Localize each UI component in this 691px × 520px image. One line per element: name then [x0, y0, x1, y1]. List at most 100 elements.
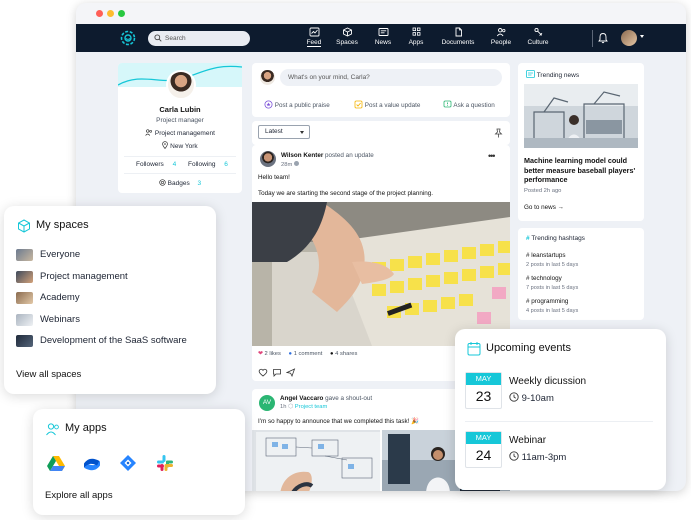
- post-praise-button[interactable]: Post a public praise: [264, 100, 330, 109]
- ask-question-button[interactable]: Ask a question: [443, 100, 495, 109]
- space-name: Webinars: [40, 314, 80, 325]
- space-name: Academy: [40, 292, 80, 303]
- hashtag-meta: 7 posts in last 5 days: [526, 285, 579, 291]
- event-date-badge: MAY 24: [465, 431, 502, 468]
- slack-icon[interactable]: [156, 454, 174, 472]
- documents-icon: [455, 27, 462, 37]
- nav-spaces[interactable]: Spaces: [328, 27, 366, 46]
- comment-bubble-icon[interactable]: [272, 368, 282, 377]
- space-thumbnail: [16, 335, 33, 347]
- nav-apps[interactable]: Apps: [397, 27, 435, 46]
- pin-icon[interactable]: [494, 128, 503, 138]
- comments-count[interactable]: 1 comment: [294, 351, 323, 357]
- post-author-avatar[interactable]: [260, 151, 276, 167]
- space-item-project-management[interactable]: Project management: [16, 271, 206, 285]
- hashtag-icon: #: [526, 298, 530, 305]
- space-thumbnail: [16, 314, 33, 326]
- spaces-icon: ⬡: [288, 404, 294, 410]
- event-time: 11am-3pm: [509, 451, 566, 463]
- app-logo-icon[interactable]: [119, 29, 137, 47]
- event-day: 24: [475, 447, 492, 463]
- share-arrow-icon[interactable]: [286, 368, 296, 377]
- space-item-webinars[interactable]: Webinars: [16, 314, 206, 328]
- explore-all-apps-link[interactable]: Explore all apps: [45, 490, 113, 501]
- event-time: 9-10am: [509, 392, 554, 404]
- space-thumbnail: [16, 271, 33, 283]
- badges-count: 3: [197, 180, 202, 187]
- minimize-window-dot[interactable]: [107, 10, 114, 17]
- space-item-academy[interactable]: Academy: [16, 292, 206, 306]
- calendar-icon: [467, 342, 481, 356]
- following-link[interactable]: Following 6: [188, 161, 228, 168]
- likes-count[interactable]: 2 likes: [264, 351, 280, 357]
- trending-news-card: Trending news Machine learning model cou…: [518, 63, 644, 221]
- profile-avatar[interactable]: [166, 70, 196, 100]
- space-item-everyone[interactable]: Everyone: [16, 249, 206, 263]
- close-window-dot[interactable]: [96, 10, 103, 17]
- post-image-whiteboard[interactable]: [252, 430, 380, 491]
- more-options-icon[interactable]: •••: [488, 151, 496, 161]
- search-input[interactable]: Search: [148, 31, 250, 46]
- post-author-name[interactable]: Angel Vaccaro: [280, 395, 323, 402]
- google-drive-icon[interactable]: [47, 455, 65, 471]
- composer-input[interactable]: What's on your mind, Carla?: [280, 69, 502, 86]
- profile-card: Carla Lubin Project manager Project mana…: [117, 63, 243, 193]
- chevron-down-icon[interactable]: [640, 35, 644, 38]
- bell-icon[interactable]: [598, 32, 608, 44]
- location-pin-icon: [162, 141, 169, 150]
- nav-news-label: News: [374, 39, 392, 46]
- hashtag-item[interactable]: # technology: [526, 275, 562, 282]
- event-time-label: 11am-3pm: [521, 452, 567, 463]
- jira-icon[interactable]: [119, 454, 137, 472]
- post-text-line: I'm so happy to announce that we complet…: [258, 418, 419, 425]
- post-value-button[interactable]: Post a value update: [354, 100, 420, 109]
- badges-link[interactable]: Badges 3: [118, 179, 242, 187]
- following-count: 6: [224, 161, 228, 168]
- event-name[interactable]: Weekly dicussion: [509, 376, 586, 387]
- hashtag-item[interactable]: # programming: [526, 298, 568, 305]
- profile-divider: [124, 173, 236, 174]
- nav-culture-label: Culture: [527, 39, 549, 46]
- maximize-window-dot[interactable]: [118, 10, 125, 17]
- confluence-icon[interactable]: [83, 454, 101, 472]
- post-author-avatar[interactable]: AV: [259, 395, 275, 411]
- nav-culture[interactable]: Culture: [519, 27, 557, 46]
- like-heart-icon[interactable]: [258, 368, 268, 377]
- space-name: Project management: [40, 271, 128, 282]
- post-action: posted an update: [325, 152, 374, 159]
- news-image-lab[interactable]: [524, 84, 638, 148]
- post-author-name[interactable]: Wilson Kenter: [281, 152, 323, 159]
- hashtag-name: leanstartups: [531, 252, 566, 259]
- news-headline[interactable]: Machine learning model could better meas…: [524, 156, 640, 185]
- spaces-cube-icon: [18, 219, 30, 233]
- view-all-spaces-link[interactable]: View all spaces: [16, 369, 81, 380]
- hashtag-item[interactable]: # leanstartups: [526, 252, 566, 259]
- nav-people[interactable]: People: [482, 27, 520, 46]
- sort-select[interactable]: Latest: [258, 125, 310, 139]
- post-image-sticky-notes[interactable]: [252, 202, 510, 346]
- clock-icon: [509, 392, 519, 402]
- user-avatar[interactable]: [621, 30, 637, 46]
- post-header: Wilson Kenter posted an update: [281, 152, 374, 159]
- comment-icon: ●: [288, 351, 293, 357]
- post-meta: 28m: [281, 161, 299, 168]
- hashtag-name: programming: [531, 298, 569, 305]
- nav-documents[interactable]: Documents: [436, 27, 480, 46]
- hashtag-meta: 4 posts in last 5 days: [526, 308, 579, 314]
- event-month: MAY: [466, 373, 501, 385]
- event-day: 23: [475, 388, 492, 404]
- go-to-news-link[interactable]: Go to news →: [524, 204, 564, 211]
- profile-department: Project management: [118, 129, 242, 137]
- post-space-link[interactable]: Project team: [295, 404, 328, 410]
- badges-label: Badges: [167, 180, 190, 187]
- followers-link[interactable]: Followers 4: [136, 161, 176, 168]
- share-icon: ●: [330, 351, 334, 357]
- nav-feed-label: Feed: [306, 39, 322, 47]
- hashtag-meta: 2 posts in last 5 days: [526, 262, 579, 268]
- question-icon: [443, 100, 452, 108]
- praise-icon: [264, 100, 273, 109]
- trending-news-title: Trending news: [536, 72, 580, 79]
- space-item-development[interactable]: Development of the SaaS software: [16, 335, 206, 361]
- shares-count[interactable]: 4 shares: [335, 351, 357, 357]
- event-name[interactable]: Webinar: [509, 435, 546, 446]
